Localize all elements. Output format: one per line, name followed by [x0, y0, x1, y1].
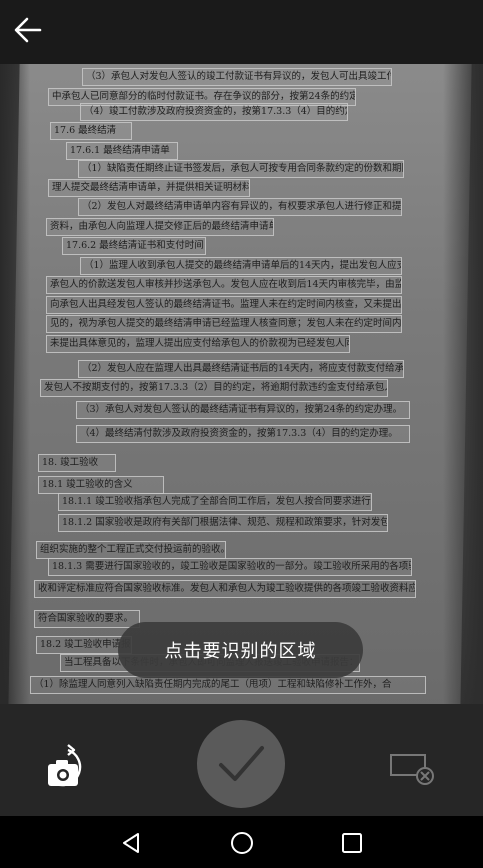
text-line-box[interactable]: （1）监理人收到承包人提交的最终结清申请单后的14天内，提出发包人应支付给	[80, 257, 402, 275]
text-line-box[interactable]: 理人提交最终结清申请单，并提供相关证明材料。	[48, 179, 250, 197]
text-line-box[interactable]: 18.1 竣工验收的含义	[38, 476, 164, 494]
nav-home-button[interactable]	[227, 828, 257, 858]
arrow-left-icon	[14, 17, 42, 43]
text-line-box[interactable]: 未提出具体意见的，监理人提出应支付给承包人的价款视为已经发包人同意。	[46, 335, 350, 353]
text-line-box[interactable]: 17.6.2 最终结清证书和支付时间	[62, 237, 206, 255]
text-line-box[interactable]: （1）除监理人同意列入缺陷责任期内完成的尾工（甩项）工程和缺陷修补工作外，合	[30, 676, 426, 694]
deselect-button[interactable]	[388, 752, 436, 788]
retake-button[interactable]	[44, 744, 96, 794]
text-line-box[interactable]: （4）竣工付款涉及政府投资资金的，按第17.3.3（4）目的约定办理。	[80, 103, 348, 121]
text-line-box[interactable]: （2）发包人应在监理人出具最终结清证书后的14天内，将应支付款支付给承包人。	[78, 360, 404, 378]
text-line-box[interactable]: 组织实施的整个工程正式交付投运前的验收。	[36, 541, 226, 559]
text-line-box[interactable]: 18.1.1 竣工验收指承包人完成了全部合同工作后，发包人按合同要求进行的验收。	[58, 493, 372, 511]
top-bar	[0, 0, 483, 64]
square-recents-icon	[342, 833, 362, 853]
hint-toast: 点击要识别的区域	[118, 622, 363, 678]
system-nav-bar	[0, 816, 483, 868]
text-line-box[interactable]: （4）最终结清付款涉及政府投资资金的，按第17.3.3（4）目的约定办理。	[76, 425, 410, 443]
text-line-box[interactable]: 17.6.1 最终结清申请单	[66, 142, 178, 160]
text-line-box[interactable]: 向承包人出具经发包人签认的最终结清证书。监理人未在约定时间内核查，又未提出具体意	[46, 296, 402, 314]
confirm-button[interactable]	[197, 720, 285, 808]
nav-recents-button[interactable]	[337, 828, 367, 858]
triangle-back-icon	[123, 833, 139, 853]
text-line-box[interactable]: 资料，由承包人向监理人提交修正后的最终结清申请单。	[46, 218, 274, 236]
text-line-box[interactable]: 18. 竣工验收	[38, 454, 116, 472]
checkmark-icon	[219, 746, 264, 781]
text-line-box[interactable]: 18.1.3 需要进行国家验收的，竣工验收是国家验收的一部分。竣工验收所采用的各…	[48, 558, 412, 576]
text-line-box[interactable]: 收和评定标准应符合国家验收标准。发包人和承包人为竣工验收提供的各项竣工验收资料应	[34, 580, 416, 598]
text-line-box[interactable]: 承包人的价款送发包人审核并抄送承包人。发包人应在收到后14天内审核完毕，由监理人	[46, 276, 402, 294]
text-line-box[interactable]: （2）发包人对最终结清申请单内容有异议的，有权要求承包人进行修正和提供补充	[78, 198, 402, 216]
text-line-box[interactable]: 发包人不按期支付的，按第17.3.3（2）目的约定，将逾期付款违约金支付给承包人…	[40, 379, 388, 397]
circle-home-icon	[231, 832, 253, 854]
hint-toast-text: 点击要识别的区域	[164, 641, 317, 662]
bottom-action-bar	[0, 704, 483, 816]
nav-back-button[interactable]	[116, 828, 146, 858]
text-line-box[interactable]: 17.6 最终结清	[50, 122, 132, 140]
text-line-box[interactable]: 见的，视为承包人提交的最终结清申请已经监理人核查同意；发包人未在约定时间内审核又	[46, 315, 402, 333]
text-line-box[interactable]: 符合国家验收的要求。	[34, 610, 140, 628]
text-line-box[interactable]: （3）承包人对发包人签认的最终结清证书有异议的，按第24条的约定办理。	[76, 401, 410, 419]
text-line-box[interactable]: （1）缺陷责任期终止证书签发后，承包人可按专用合同条款约定的份数和期限向监	[78, 160, 404, 178]
document-photo: （3）承包人对发包人签认的竣工付款证书有异议的，发包人可出具竣工付款申请单 中承…	[0, 64, 483, 704]
text-line-box[interactable]: 18.1.2 国家验收是政府有关部门根据法律、规范、规程和政策要求，针对发包人全…	[58, 514, 388, 532]
text-line-box[interactable]: （3）承包人对发包人签认的竣工付款证书有异议的，发包人可出具竣工付款申请单	[82, 68, 392, 86]
back-button[interactable]	[8, 10, 48, 50]
camera-rotate-icon	[48, 744, 82, 787]
rectangle-x-icon	[390, 754, 434, 785]
